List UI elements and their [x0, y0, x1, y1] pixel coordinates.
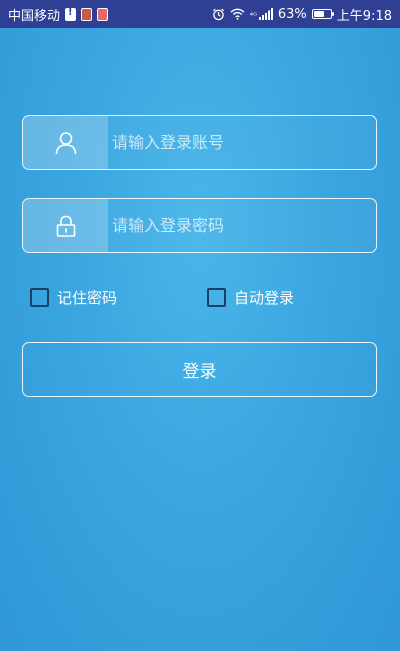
user-icon — [55, 131, 76, 154]
username-field — [22, 115, 377, 170]
avatar-notification-icon — [81, 7, 93, 21]
login-options: 记住密码 自动登录 — [30, 287, 370, 309]
username-input[interactable] — [108, 116, 376, 169]
password-input[interactable] — [108, 199, 376, 252]
alarm-icon — [212, 8, 224, 20]
status-right: ⁴ᴳ 63% 上午9:18 — [212, 5, 392, 24]
status-left: 中国移动 — [8, 5, 109, 24]
remember-password-checkbox[interactable]: 记住密码 — [30, 287, 117, 308]
carrier-name: 中国移动 — [8, 8, 61, 24]
alert-notification-icon — [65, 7, 77, 21]
username-icon-box — [23, 116, 108, 169]
remember-password-label: 记住密码 — [57, 289, 118, 307]
battery-percent: 63% — [277, 6, 307, 22]
auto-login-label: 自动登录 — [234, 289, 295, 307]
status-bar: 中国移动 ⁴ᴳ 63% 上午9:18 — [0, 0, 400, 28]
auto-login-box[interactable] — [207, 288, 226, 307]
password-icon-box — [23, 199, 108, 252]
login-button[interactable]: 登录 — [22, 342, 377, 397]
cell-signal-icon — [258, 8, 273, 20]
remember-password-box[interactable] — [30, 288, 49, 307]
location-notification-icon — [97, 7, 109, 21]
clock: 上午9:18 — [336, 8, 392, 24]
battery-icon — [311, 9, 334, 19]
auto-login-checkbox[interactable]: 自动登录 — [207, 287, 294, 308]
network-type-label: ⁴ᴳ — [249, 11, 257, 20]
password-field — [22, 198, 377, 253]
lock-icon — [56, 215, 75, 237]
wifi-icon — [230, 8, 245, 20]
